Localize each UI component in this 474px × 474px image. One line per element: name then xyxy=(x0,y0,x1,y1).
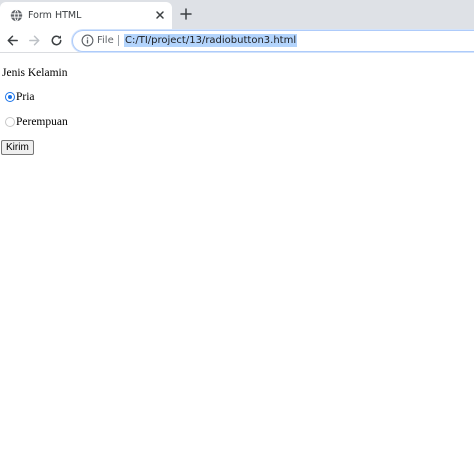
address-bar[interactable]: File C:/TI/project/13/radiobutton3.html xyxy=(72,30,474,52)
radio-label-pria: Pria xyxy=(16,91,35,103)
info-icon[interactable] xyxy=(81,34,94,47)
globe-icon xyxy=(10,9,23,22)
browser-toolbar: File C:/TI/project/13/radiobutton3.html xyxy=(0,29,474,53)
close-icon[interactable] xyxy=(154,9,166,21)
arrow-left-icon[interactable] xyxy=(5,33,20,48)
tab-strip: Form HTML xyxy=(0,0,474,29)
url-text[interactable]: C:/TI/project/13/radiobutton3.html xyxy=(124,34,298,47)
address-separator xyxy=(118,35,119,46)
tab-title: Form HTML xyxy=(28,10,82,21)
arrow-right-icon[interactable] xyxy=(27,33,42,48)
browser-window: Form HTML File C:/TI/project/13/radiobut… xyxy=(0,0,474,474)
radio-button-pria[interactable] xyxy=(5,92,15,102)
reload-icon[interactable] xyxy=(49,33,64,48)
submit-button[interactable]: Kirim xyxy=(1,140,34,155)
scheme-label: File xyxy=(97,35,114,46)
plus-icon[interactable] xyxy=(180,8,192,20)
tab-active[interactable]: Form HTML xyxy=(0,2,172,29)
gender-heading: Jenis Kelamin xyxy=(2,67,68,79)
page-content: Jenis Kelamin Pria Perempuan Kirim xyxy=(0,53,474,474)
radio-label-perempuan: Perempuan xyxy=(16,116,68,128)
radio-button-perempuan[interactable] xyxy=(5,117,15,127)
